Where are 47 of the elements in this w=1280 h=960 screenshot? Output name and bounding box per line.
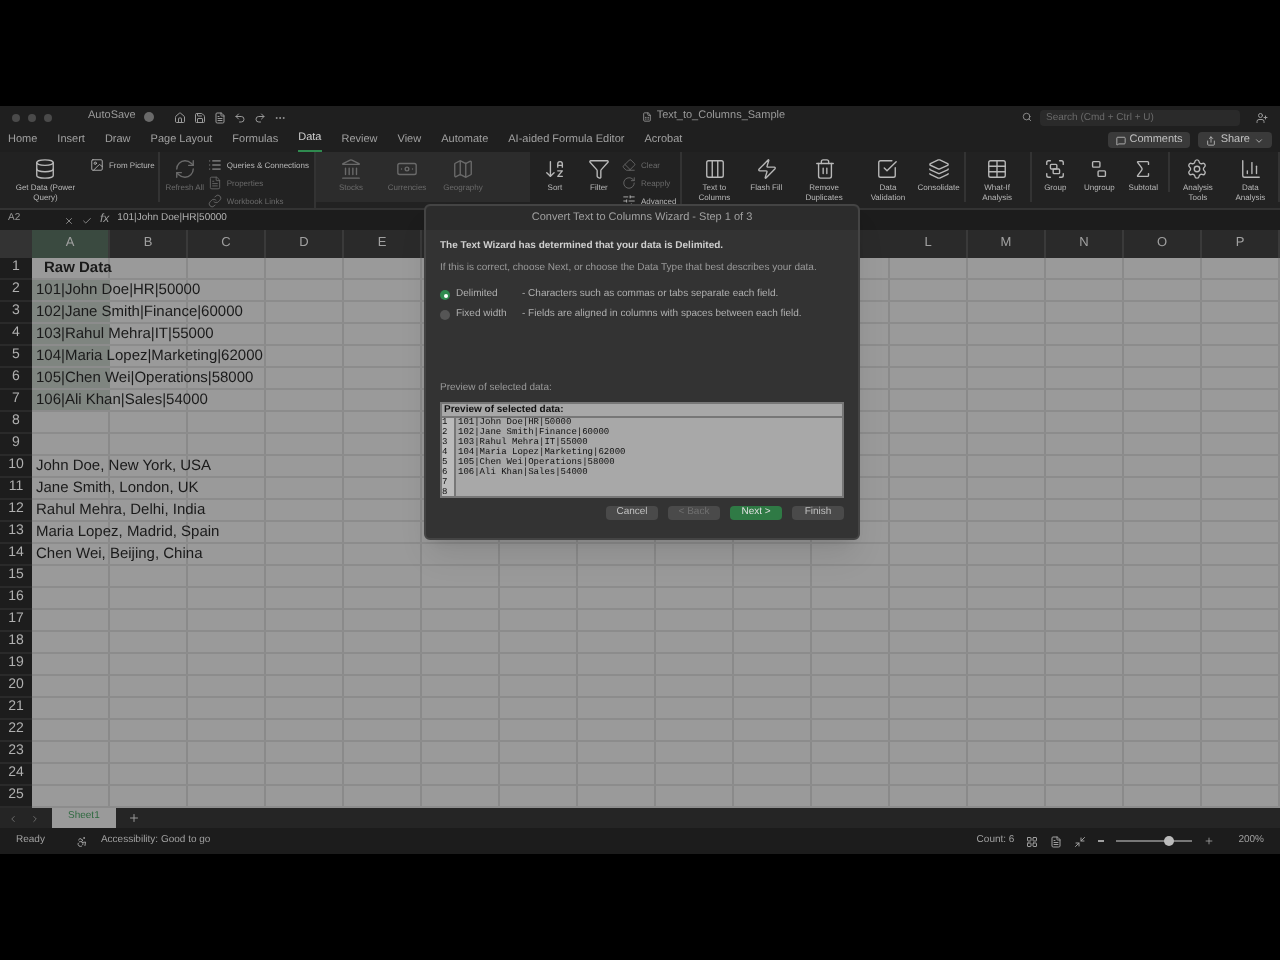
ribbon-icon xyxy=(1088,158,1111,180)
ribbon-icon xyxy=(587,158,610,180)
ribbon-icon xyxy=(173,158,196,180)
ribbon-icon xyxy=(340,158,362,180)
ribbon-icon xyxy=(755,158,778,180)
ribbon-icon xyxy=(986,158,1009,180)
ribbon-icon xyxy=(876,158,899,180)
ribbon-icon xyxy=(1044,158,1067,180)
ribbon-icon xyxy=(396,158,418,180)
save-icon[interactable] xyxy=(193,111,206,123)
ribbon-icon xyxy=(90,158,105,172)
person-icon[interactable] xyxy=(1256,111,1268,123)
ribbon-icon xyxy=(622,194,637,208)
ribbon-icon xyxy=(543,158,566,180)
share-icon xyxy=(1206,135,1217,145)
ribbon-icon xyxy=(34,158,57,180)
normal-view-icon[interactable] xyxy=(1026,835,1039,847)
ribbon-icon xyxy=(703,158,726,180)
add-sheet-icon[interactable] xyxy=(127,812,140,824)
accessibility-icon[interactable] xyxy=(76,835,89,847)
enter-icon[interactable] xyxy=(82,215,92,225)
page-break-icon[interactable] xyxy=(1074,835,1087,847)
ribbon-icon xyxy=(1186,158,1209,180)
radio-button[interactable] xyxy=(440,309,450,320)
undo-icon[interactable] xyxy=(233,111,246,123)
home-icon[interactable] xyxy=(173,111,186,123)
ribbon-icon xyxy=(813,158,836,180)
ribbon-icon xyxy=(208,158,223,172)
ribbon-icon xyxy=(622,158,637,172)
radio-button[interactable] xyxy=(440,290,450,301)
autosave-toggle[interactable] xyxy=(143,112,154,122)
ribbon-icon xyxy=(452,158,474,180)
ribbon-icon xyxy=(622,176,637,190)
file-icon xyxy=(642,112,653,122)
document-icon[interactable] xyxy=(213,111,226,123)
redo-icon[interactable] xyxy=(253,111,266,123)
page-layout-icon[interactable] xyxy=(1050,835,1063,847)
ribbon-icon xyxy=(1239,158,1262,180)
zoom-thumb[interactable] xyxy=(1164,836,1175,846)
ribbon-icon xyxy=(208,194,223,208)
ribbon-icon xyxy=(927,158,950,180)
caret-icon xyxy=(1254,135,1264,145)
comment-icon xyxy=(1115,135,1126,145)
search-icon xyxy=(1022,112,1032,122)
ribbon-icon xyxy=(208,176,223,190)
ribbon-icon xyxy=(1132,158,1155,180)
zoom-in-icon[interactable] xyxy=(1204,836,1215,846)
